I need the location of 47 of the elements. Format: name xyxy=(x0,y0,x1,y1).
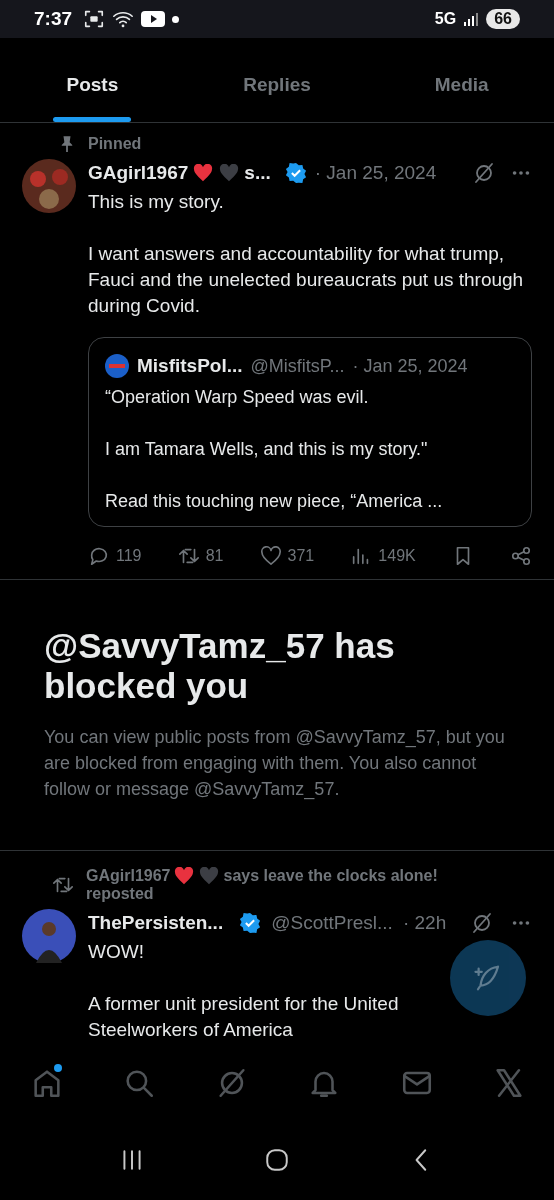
screenshot-icon xyxy=(83,8,106,30)
battery-level: 66 xyxy=(486,9,520,29)
count: 149K xyxy=(378,547,416,565)
post-text: This is my story. I want answers and accountability for what trump, Fauci and the unelected bureaucrats put us through during Covid. xyxy=(88,190,525,318)
play-icon xyxy=(141,10,166,28)
avatar xyxy=(22,159,76,213)
author-name: s... xyxy=(244,162,271,184)
clock-time: 7:37 xyxy=(34,8,73,30)
signal-icon xyxy=(463,11,480,27)
author-name: ThePersisten... xyxy=(88,912,224,934)
network-label: 5G xyxy=(434,10,457,28)
avatar xyxy=(105,354,129,378)
blocked-title: @SavvyTamz_57 has blocked you xyxy=(44,626,396,706)
post-date: · Jan 25, 2024 xyxy=(314,162,437,184)
author-handle: @MisfitsP... xyxy=(250,355,345,377)
pin-icon xyxy=(60,135,74,153)
avatar xyxy=(22,909,76,963)
grok-icon xyxy=(472,161,496,185)
author-name: MisfitsPol... xyxy=(137,355,243,377)
repost-button[interactable]: 81 xyxy=(177,545,224,567)
count: 81 xyxy=(205,547,224,565)
heart-outline-icon xyxy=(259,546,282,566)
blocked-message: You can view public posts from @SavvyTamz_57, but you are blocked from engaging with them. You also cannot follow or message @SavvyTamz_57. xyxy=(44,726,506,802)
pinned-label: Pinned xyxy=(88,135,142,153)
post-date: · Jan 25, 2024 xyxy=(352,355,468,377)
author-name: GAgirl1967 xyxy=(88,162,189,184)
post-time: · 22h xyxy=(402,912,447,934)
tab[interactable]: Replies xyxy=(184,38,370,122)
post-text: WOW! A former unit president for the United Steelworkers of America xyxy=(88,940,400,1042)
tab[interactable]: Posts xyxy=(0,38,185,122)
reposter-name: says leave the clocks alone! xyxy=(223,867,438,885)
grok-icon xyxy=(470,911,494,935)
repost-label: reposted xyxy=(86,885,155,903)
quote-text: “Operation Warp Speed was evil. I am Tamara Wells, and this is my story." Read this touching new piece, “America ... xyxy=(105,386,444,513)
share-icon[interactable] xyxy=(509,545,532,567)
views-button[interactable]: 149K xyxy=(350,545,416,567)
author-handle: @ScottPresl... xyxy=(271,912,393,934)
tab[interactable]: Media xyxy=(369,38,554,122)
home-button-icon[interactable] xyxy=(264,1147,290,1173)
dot-icon xyxy=(172,15,180,23)
count: 371 xyxy=(287,547,315,565)
reply-icon xyxy=(88,545,110,567)
count: 119 xyxy=(116,547,142,565)
reposter-name: GAgirl1967 xyxy=(86,867,171,885)
reply-button[interactable]: 119 xyxy=(88,545,142,567)
quoted-post[interactable]: MisfitsPol... @MisfitsP... · Jan 25, 2024 “Operation Warp Speed was evil. I am Tamara Wells, and this is my story." Read this touching new piece, “America ... xyxy=(88,337,532,527)
like-button[interactable]: 371 xyxy=(259,546,315,566)
